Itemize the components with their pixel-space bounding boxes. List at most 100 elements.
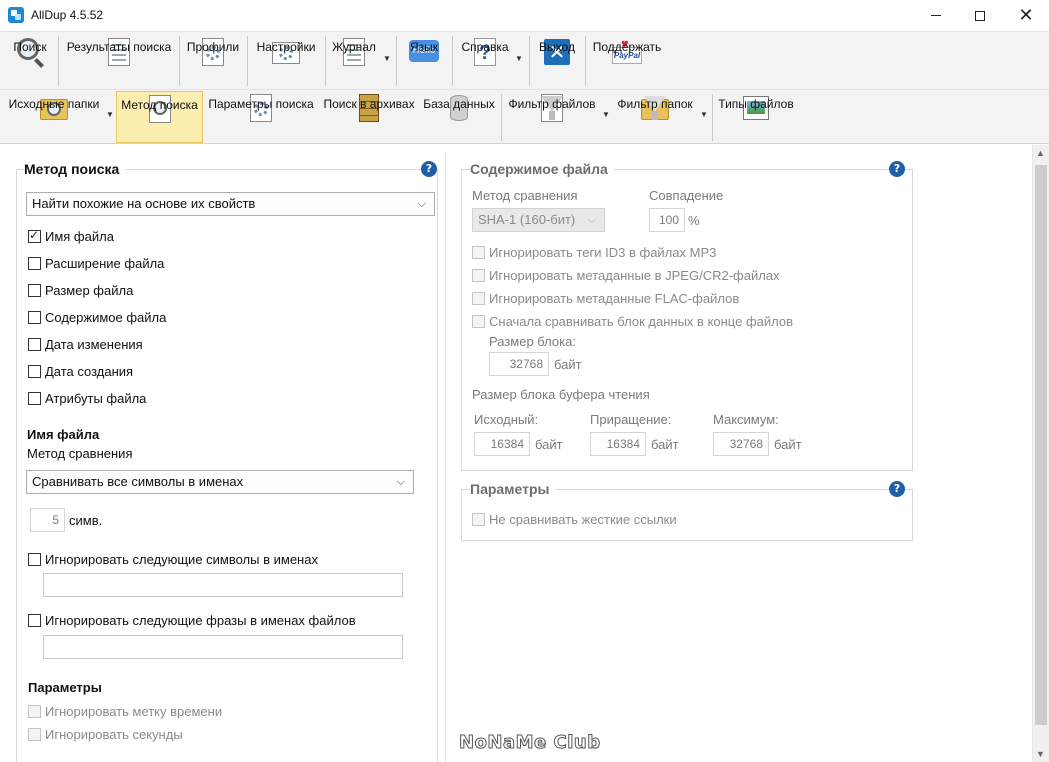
ignore-flac-meta-checkbox[interactable]: Игнорировать метаданные FLAC-файлов xyxy=(472,291,739,306)
block-size-field[interactable]: 32768 xyxy=(489,352,549,376)
search-results-label: Результаты поиска xyxy=(66,40,172,54)
checkbox-icon xyxy=(28,365,41,378)
attributes-checkbox-label: Атрибуты файла xyxy=(45,391,147,406)
ignore-phrases-label: Игнорировать следующие фразы в именах фа… xyxy=(45,613,356,628)
close-button[interactable]: ✕ xyxy=(1003,0,1049,31)
compare-end-block-checkbox[interactable]: Сначала сравнивать блок данных в конце ф… xyxy=(472,314,793,329)
extension-checkbox-label: Расширение файла xyxy=(45,256,165,271)
search-mode-value: Найти похожие на основе их свойств xyxy=(32,196,256,211)
source-folders-dropdown-icon[interactable]: ▼ xyxy=(106,110,114,119)
filesize-checkbox-label: Размер файла xyxy=(45,283,134,298)
search-button[interactable]: Поиск xyxy=(8,35,52,88)
toolbar-separator xyxy=(247,36,248,86)
no-hardlinks-label: Не сравнивать жесткие ссылки xyxy=(489,512,677,527)
language-button[interactable]: Hello Язык xyxy=(402,35,446,88)
folder-filter-label: Фильтр папок xyxy=(617,97,693,111)
ignore-timestamp-label: Игнорировать метку времени xyxy=(45,704,223,719)
file-types-button[interactable]: Типы файлов xyxy=(718,91,794,143)
max-label: Максимум: xyxy=(713,412,779,427)
search-params-label: Параметры поиска xyxy=(208,97,314,111)
checkbox-icon xyxy=(28,311,41,324)
filename-checkbox[interactable]: Имя файла xyxy=(28,228,114,244)
extension-checkbox[interactable]: Расширение файла xyxy=(28,256,164,271)
log-button[interactable]: Журнал xyxy=(329,35,379,88)
match-label: Совпадение xyxy=(649,188,724,203)
file-content-help-icon[interactable]: ? xyxy=(889,161,905,177)
compare-end-block-label: Сначала сравнивать блок данных в конце ф… xyxy=(489,314,794,329)
search-method-tab[interactable]: Метод поиска xyxy=(116,91,203,143)
database-button[interactable]: База данных xyxy=(421,91,497,143)
vertical-scrollbar[interactable]: ▲ ▼ xyxy=(1032,145,1049,762)
watermark: NoNaMe Club xyxy=(459,732,601,754)
checkbox-icon xyxy=(28,257,41,270)
attributes-checkbox[interactable]: Атрибуты файла xyxy=(28,391,146,406)
close-icon: ✕ xyxy=(1018,4,1034,26)
help-dropdown-icon[interactable]: ▼ xyxy=(515,54,523,63)
chars-count-field[interactable]: 5 xyxy=(30,508,65,532)
checkbox-icon xyxy=(472,513,485,526)
search-params-button[interactable]: Параметры поиска xyxy=(206,91,316,143)
scrollbar-thumb[interactable] xyxy=(1035,165,1047,725)
toolbar-separator xyxy=(712,94,713,141)
hash-method-select[interactable]: SHA-1 (160-бит) ⌵ xyxy=(472,208,605,232)
search-mode-select[interactable]: Найти похожие на основе их свойств ⌵ xyxy=(26,192,435,216)
filesize-checkbox[interactable]: Размер файла xyxy=(28,283,133,298)
donate-label: Поддержать xyxy=(592,40,662,54)
archive-search-label: Поиск в архивах xyxy=(323,97,415,111)
search-method-tab-label: Метод поиска xyxy=(121,98,198,112)
chars-unit: симв. xyxy=(69,513,103,528)
maximize-button[interactable] xyxy=(957,0,1003,31)
log-label: Журнал xyxy=(332,40,376,54)
file-filter-button[interactable]: Фильтр файлов xyxy=(506,91,598,143)
search-results-button[interactable]: Результаты поиска xyxy=(64,35,174,88)
ignore-phrases-checkbox[interactable]: Игнорировать следующие фразы в именах фа… xyxy=(28,613,356,628)
settings-button[interactable]: Настройки xyxy=(252,35,320,88)
exit-button[interactable]: ✕ Выход xyxy=(535,35,579,88)
settings-label: Настройки xyxy=(256,40,316,54)
search-method-title: Метод поиска xyxy=(24,161,126,177)
profiles-label: Профили xyxy=(186,40,240,54)
created-date-checkbox[interactable]: Дата создания xyxy=(28,364,133,379)
log-dropdown-icon[interactable]: ▼ xyxy=(383,54,391,63)
modified-date-checkbox[interactable]: Дата изменения xyxy=(28,337,143,352)
main-toolbar: Поиск Результаты поиска Профили Настройк… xyxy=(0,31,1049,89)
filename-heading: Имя файла xyxy=(27,427,100,442)
scroll-down-icon[interactable]: ▼ xyxy=(1036,749,1045,759)
toolbar-separator xyxy=(325,36,326,86)
ignore-phrases-input[interactable] xyxy=(43,635,403,659)
match-unit: % xyxy=(688,213,700,228)
ignore-timestamp-checkbox[interactable]: Игнорировать метку времени xyxy=(28,704,222,719)
checkbox-icon xyxy=(472,246,485,259)
chevron-down-icon: ⌵ xyxy=(396,476,405,488)
params-help-icon[interactable]: ? xyxy=(889,481,905,497)
toolbar-separator xyxy=(501,94,502,141)
block-size-unit: байт xyxy=(554,357,582,372)
profiles-button[interactable]: Профили xyxy=(184,35,242,88)
archive-search-button[interactable]: Поиск в архивах xyxy=(321,91,417,143)
source-folders-button[interactable]: Исходные папки xyxy=(5,91,103,143)
help-button[interactable]: ? Справка xyxy=(457,35,513,88)
compare-method-select[interactable]: Сравнивать все символы в именах ⌵ xyxy=(26,470,414,494)
match-field[interactable]: 100 xyxy=(649,208,685,232)
minimize-button[interactable] xyxy=(913,0,959,31)
params-heading: Параметры xyxy=(28,680,102,695)
folder-filter-button[interactable]: Фильтр папок xyxy=(613,91,697,143)
buffer-size-label: Размер блока буфера чтения xyxy=(472,387,650,402)
donate-button[interactable]: ♥ PayPal Поддержать xyxy=(591,35,663,88)
ignore-chars-input[interactable] xyxy=(43,573,403,597)
initial-field[interactable]: 16384 xyxy=(474,432,530,456)
scroll-up-icon[interactable]: ▲ xyxy=(1036,148,1045,158)
ignore-chars-label: Игнорировать следующие символы в именах xyxy=(45,552,318,567)
checkbox-icon xyxy=(28,728,41,741)
ignore-id3-checkbox[interactable]: Игнорировать теги ID3 в файлах MP3 xyxy=(472,245,716,260)
no-hardlinks-checkbox[interactable]: Не сравнивать жесткие ссылки xyxy=(472,512,677,527)
ignore-chars-checkbox[interactable]: Игнорировать следующие символы в именах xyxy=(28,552,318,567)
ignore-jpeg-meta-checkbox[interactable]: Игнорировать метаданные в JPEG/CR2-файла… xyxy=(472,268,780,283)
ignore-seconds-checkbox[interactable]: Игнорировать секунды xyxy=(28,727,183,742)
file-filter-dropdown-icon[interactable]: ▼ xyxy=(602,110,610,119)
increment-field[interactable]: 16384 xyxy=(590,432,646,456)
search-method-help-icon[interactable]: ? xyxy=(421,161,437,177)
max-field[interactable]: 32768 xyxy=(713,432,769,456)
content-checkbox[interactable]: Содержимое файла xyxy=(28,310,166,325)
folder-filter-dropdown-icon[interactable]: ▼ xyxy=(700,110,708,119)
